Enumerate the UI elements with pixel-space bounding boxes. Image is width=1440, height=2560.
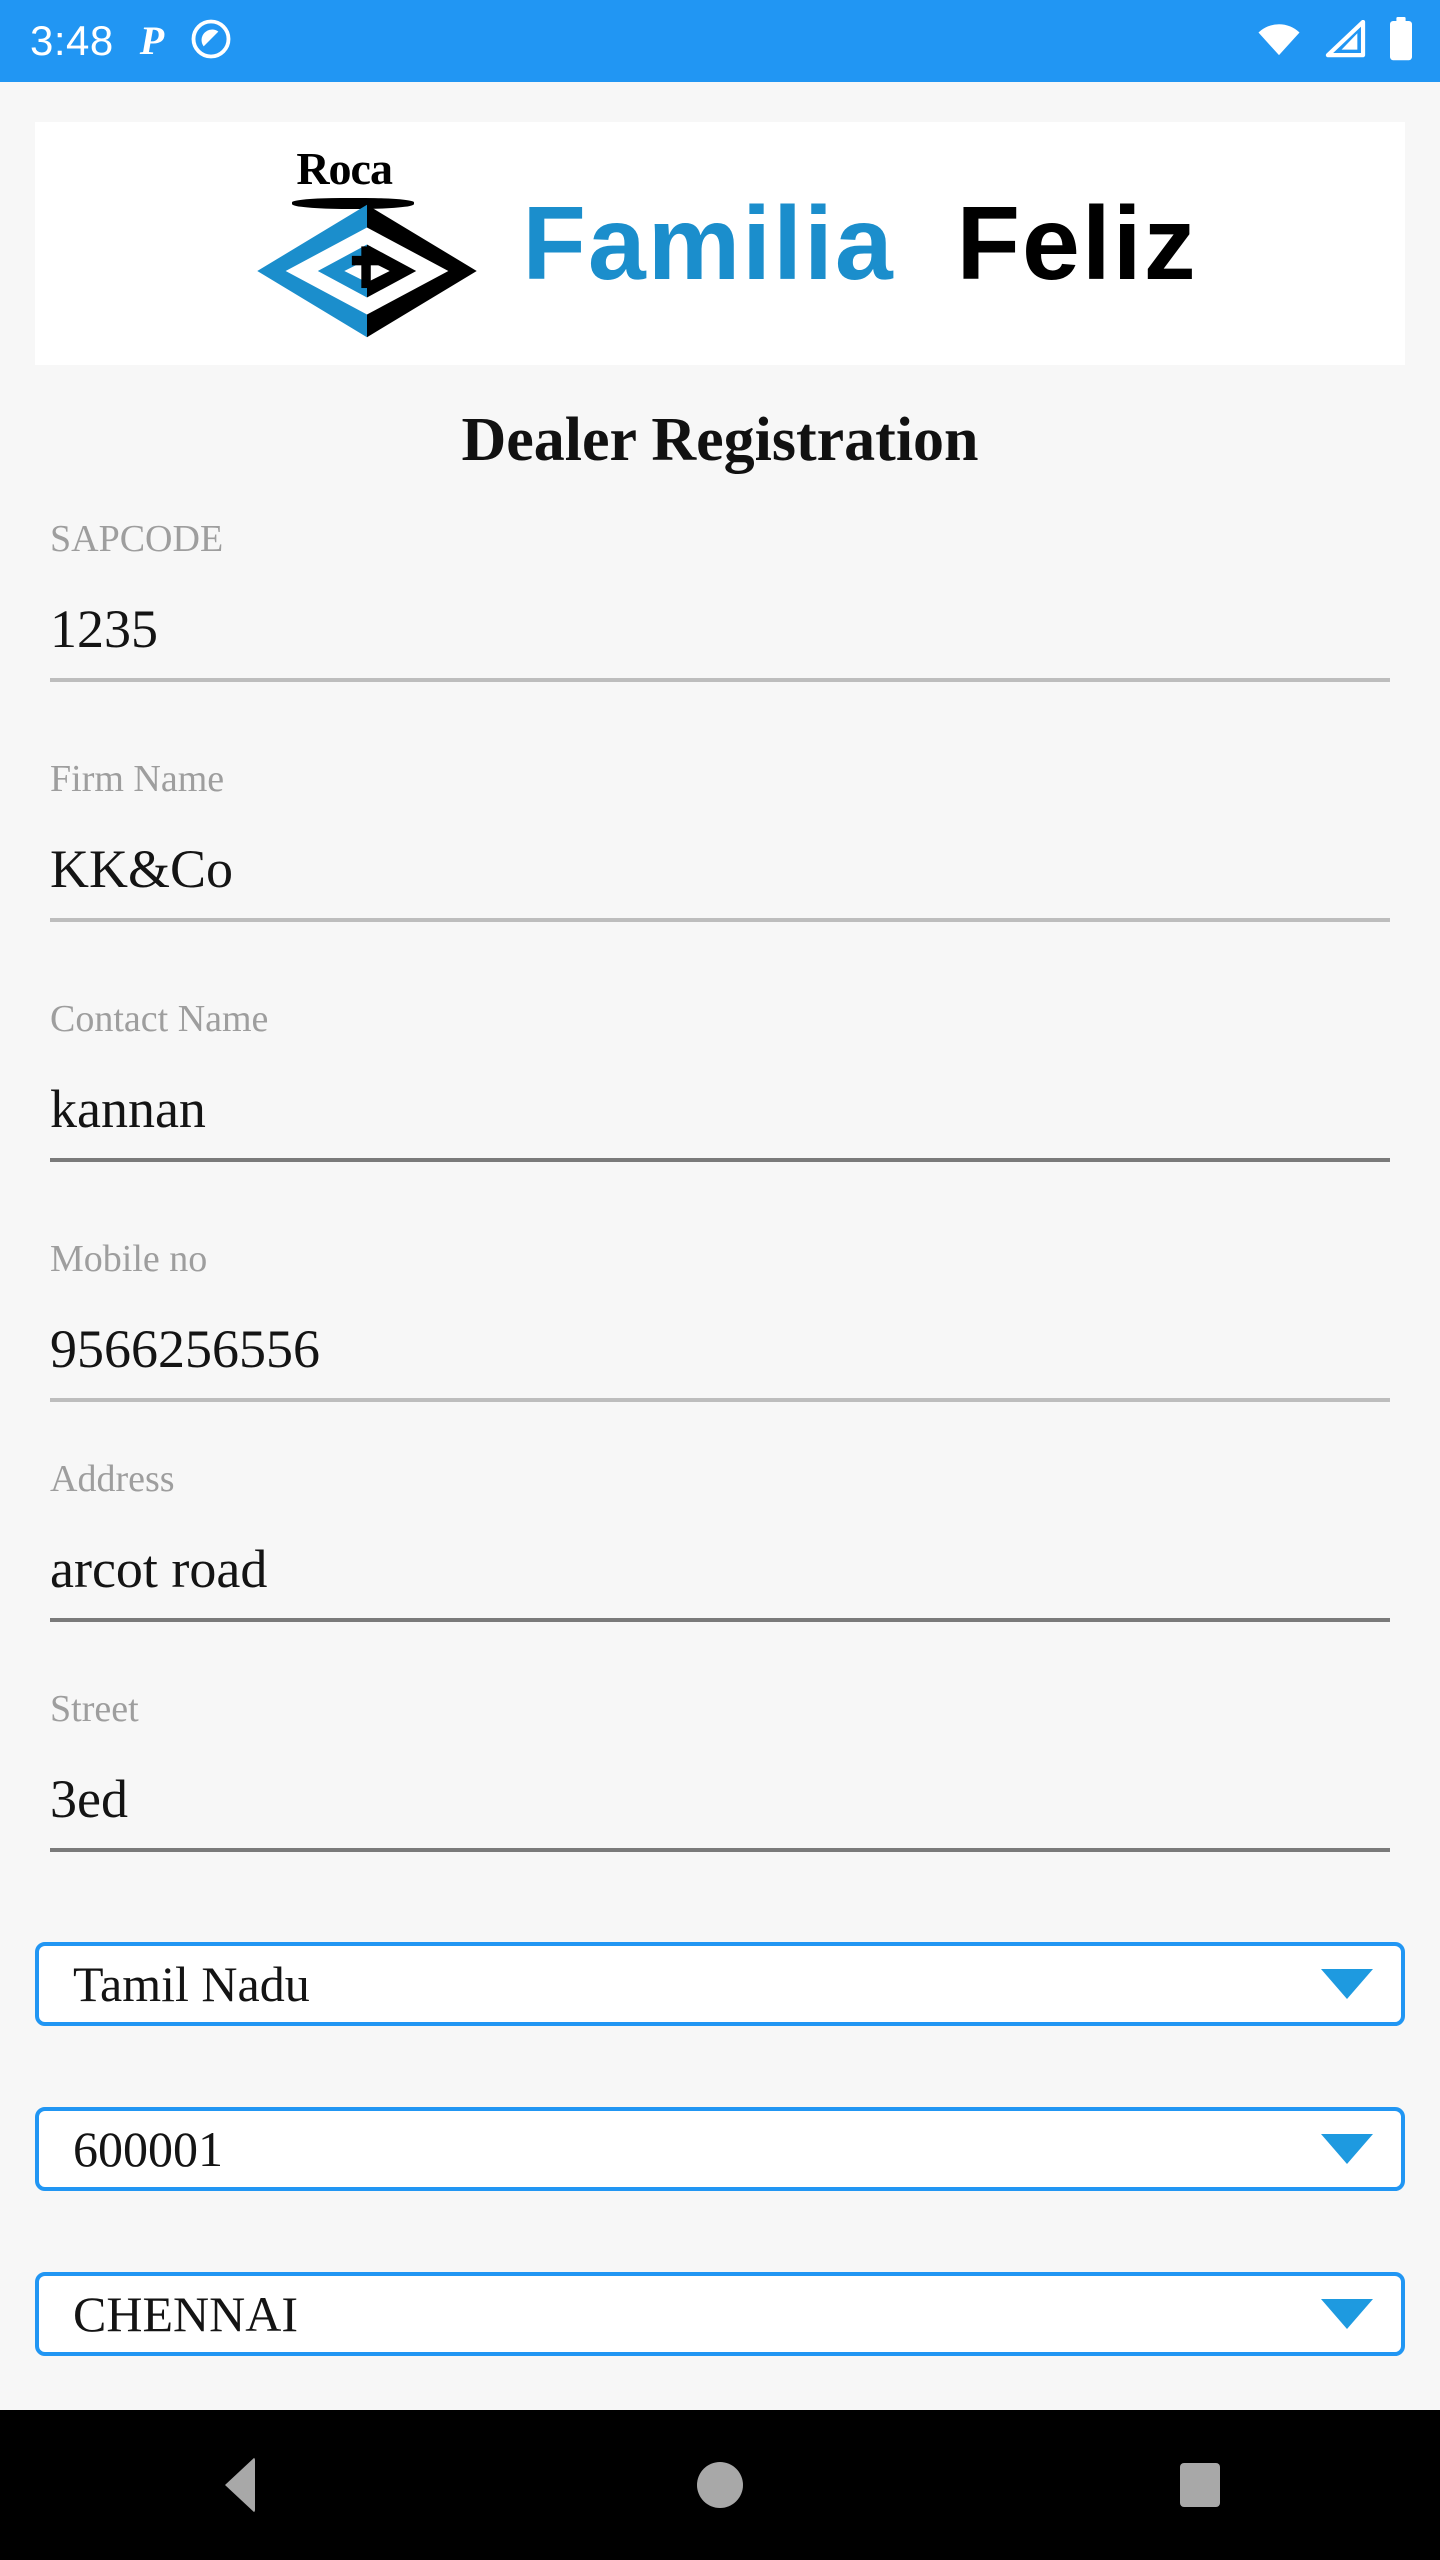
- page-title: Dealer Registration: [461, 406, 979, 474]
- chevron-down-icon[interactable]: [1321, 2299, 1373, 2329]
- battery-full-icon: [1388, 16, 1414, 66]
- field-label-street: Street: [50, 1688, 139, 1730]
- roca-diamond-logo-icon: Roca: [252, 146, 482, 341]
- status-bar-clock: 3:48: [30, 17, 114, 64]
- dropdown-state-value: Tamil Nadu: [73, 1956, 310, 2012]
- field-contact-name[interactable]: Contact Name kannan: [50, 1000, 1390, 1162]
- wordmark-familia: Familia: [522, 185, 895, 302]
- nav-home-button[interactable]: [480, 2410, 960, 2560]
- field-underline-address: [50, 1618, 1390, 1622]
- recents-square-icon: [1180, 2463, 1220, 2507]
- field-street[interactable]: Street 3ed: [50, 1690, 1390, 1852]
- chevron-down-icon[interactable]: [1321, 1969, 1373, 1999]
- dropdown-state[interactable]: Tamil Nadu: [35, 1942, 1405, 2026]
- android-navigation-bar: [0, 2410, 1440, 2560]
- back-triangle-icon: [225, 2457, 255, 2513]
- do-not-disturb-icon: [190, 18, 232, 65]
- cellular-signal-icon: [1324, 19, 1366, 63]
- field-label-mobile-no: Mobile no: [50, 1238, 208, 1280]
- status-bar-right: [1256, 16, 1414, 66]
- field-label-sapcode: SAPCODE: [50, 518, 224, 560]
- field-input-mobile-no[interactable]: 9566256556: [50, 1322, 1390, 1376]
- field-underline-contact-name: [50, 1158, 1390, 1162]
- field-sapcode[interactable]: SAPCODE 1235: [50, 520, 1390, 682]
- field-underline-sapcode: [50, 678, 1390, 682]
- field-input-firm-name[interactable]: KK&Co: [50, 842, 1390, 896]
- familia-feliz-wordmark: Familia Feliz: [522, 192, 1197, 296]
- dropdown-city[interactable]: CHENNAI: [35, 2272, 1405, 2356]
- status-bar: 3:48 P: [0, 0, 1440, 82]
- wifi-icon: [1256, 20, 1302, 63]
- field-label-contact-name: Contact Name: [50, 998, 269, 1040]
- pandora-p-icon: P: [139, 18, 165, 63]
- brand-logo-card: Roca Familia Feliz: [35, 122, 1405, 365]
- field-underline-street: [50, 1848, 1390, 1852]
- nav-back-button[interactable]: [0, 2410, 480, 2560]
- home-circle-icon: [697, 2462, 743, 2508]
- roca-wordmark: Roca: [296, 143, 393, 194]
- field-firm-name[interactable]: Firm Name KK&Co: [50, 760, 1390, 922]
- dropdown-pincode[interactable]: 600001: [35, 2107, 1405, 2191]
- chevron-down-icon[interactable]: [1321, 2134, 1373, 2164]
- wordmark-feliz: Feliz: [956, 185, 1198, 302]
- field-label-address: Address: [50, 1458, 175, 1500]
- field-input-address[interactable]: arcot road: [50, 1542, 1390, 1596]
- dropdown-pincode-value: 600001: [73, 2121, 223, 2177]
- dropdown-city-value: CHENNAI: [73, 2286, 298, 2342]
- field-label-firm-name: Firm Name: [50, 758, 225, 800]
- nav-recents-button[interactable]: [960, 2410, 1440, 2560]
- field-input-street[interactable]: 3ed: [50, 1772, 1390, 1826]
- field-address[interactable]: Address arcot road: [50, 1460, 1390, 1622]
- app-screen: 3:48 P Roca Familia Feliz Dealer Registr…: [0, 0, 1440, 2560]
- field-underline-firm-name: [50, 918, 1390, 922]
- field-input-sapcode[interactable]: 1235: [50, 602, 1390, 656]
- status-bar-left: 3:48 P: [30, 17, 232, 65]
- brand-logo: Roca Familia Feliz: [242, 146, 1197, 341]
- field-mobile-no[interactable]: Mobile no 9566256556: [50, 1240, 1390, 1402]
- field-underline-mobile-no: [50, 1398, 1390, 1402]
- field-input-contact-name[interactable]: kannan: [50, 1082, 1390, 1136]
